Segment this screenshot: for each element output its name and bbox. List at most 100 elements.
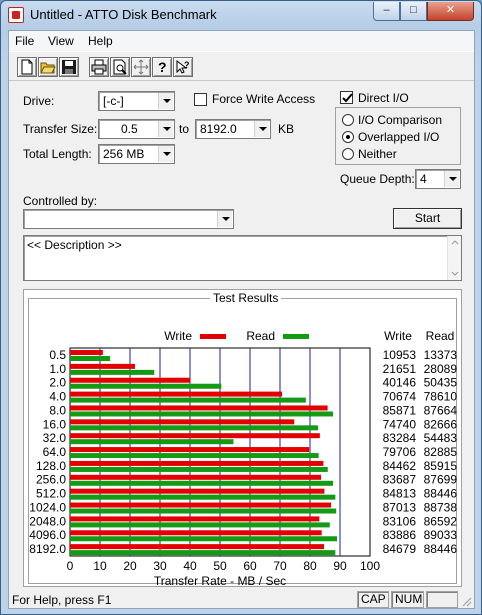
force-write-checkbox[interactable] (194, 93, 207, 106)
svg-text:?: ? (158, 59, 167, 75)
context-help-icon[interactable]: ? (173, 57, 193, 77)
legend-read-label: Read (246, 329, 275, 343)
read-bar (70, 536, 338, 542)
write-bar (70, 474, 322, 480)
write-value: 10953 (383, 348, 417, 362)
queue-depth-select[interactable]: 4 (415, 169, 461, 189)
maximize-button[interactable]: □ (400, 2, 427, 21)
y-tick-label: 8.0 (49, 403, 66, 417)
transfer-size-to-select[interactable]: 8192.0 (195, 119, 271, 139)
menu-help[interactable]: Help (88, 34, 113, 48)
read-bar (70, 397, 306, 403)
to-label: to (179, 122, 190, 136)
write-bar (70, 544, 325, 550)
close-button[interactable]: ✕ (427, 2, 474, 21)
y-tick-label: 2.0 (49, 376, 66, 390)
x-tick-label: 30 (153, 559, 167, 573)
write-bar (70, 350, 103, 355)
description-field[interactable]: << Description >> (23, 235, 462, 281)
status-help-text: For Help, press F1 (12, 593, 112, 607)
y-tick-label: 16.0 (43, 417, 67, 431)
transfer-size-from-select[interactable]: 0.5 (98, 119, 175, 139)
app-icon (8, 7, 24, 23)
total-length-label: Total Length: (23, 147, 92, 161)
direct-io-checkbox[interactable] (340, 91, 353, 104)
menu-view[interactable]: View (48, 34, 74, 48)
write-bar (70, 516, 320, 522)
chevron-down-icon[interactable] (444, 171, 459, 187)
results-panel: Test Results 0 10 20 30 40 50 60 70 80 90 100 Trans… (23, 289, 462, 587)
caps-lock-indicator: CAP (357, 591, 389, 608)
read-value: 13373 (424, 348, 458, 362)
menu-file[interactable]: File (15, 34, 34, 48)
chevron-down-icon[interactable] (158, 93, 173, 109)
new-icon[interactable] (17, 57, 37, 77)
write-value: 85871 (383, 403, 417, 417)
toolbar: ? ? (9, 51, 474, 81)
y-tick-label: 32.0 (43, 431, 67, 445)
total-length-select[interactable]: 256 MB (98, 144, 175, 164)
read-value: 89033 (424, 528, 458, 542)
svg-text:?: ? (184, 60, 190, 70)
io-comparison-radio[interactable] (342, 114, 354, 126)
description-scrollbar[interactable] (447, 236, 461, 280)
write-value: 87013 (383, 500, 417, 514)
y-tick-label: 2048.0 (29, 514, 66, 528)
transfer-from-value: 0.5 (121, 122, 138, 136)
open-icon[interactable] (38, 57, 58, 77)
drive-label: Drive: (23, 94, 55, 108)
drive-select[interactable]: [-c-] (98, 91, 175, 111)
read-value: 88446 (424, 542, 458, 556)
read-value: 88738 (424, 500, 458, 514)
write-value: 83687 (383, 473, 417, 487)
y-tick-label: 1024.0 (29, 500, 66, 514)
description-text: << Description >> (27, 238, 122, 252)
save-icon[interactable] (59, 57, 79, 77)
chevron-down-icon[interactable] (158, 121, 173, 137)
io-comparison-label: I/O Comparison (358, 113, 443, 127)
transfer-size-label: Transfer Size: (23, 122, 98, 136)
controlled-by-select[interactable] (23, 209, 234, 229)
x-tick-label: 50 (213, 559, 227, 573)
move-icon[interactable] (131, 57, 151, 77)
read-value: 78610 (424, 390, 458, 404)
overlapped-io-radio[interactable] (342, 131, 354, 143)
print-preview-icon[interactable] (110, 57, 130, 77)
overlapped-io-label: Overlapped I/O (358, 130, 440, 144)
total-length-value: 256 MB (103, 147, 145, 161)
write-value: 83886 (383, 528, 417, 542)
x-tick-label: 20 (123, 559, 137, 573)
write-bar (70, 405, 328, 411)
client-area: File View Help ? ? Drive: [-c-] Force Wr… (8, 30, 475, 609)
num-lock-indicator: NUM (391, 591, 424, 608)
title-bar: Untitled - ATTO Disk Benchmark – □ ✕ (1, 1, 482, 29)
read-value: 50435 (424, 376, 458, 390)
x-tick-label: 70 (273, 559, 287, 573)
legend-read-swatch (283, 334, 309, 339)
kb-label: KB (278, 122, 295, 136)
chevron-down-icon[interactable] (158, 146, 173, 162)
x-tick-label: 80 (303, 559, 317, 573)
chevron-down-icon[interactable] (217, 211, 232, 227)
y-tick-label: 512.0 (36, 487, 66, 501)
x-tick-label: 90 (333, 559, 347, 573)
y-tick-label: 4096.0 (29, 528, 66, 542)
write-bar (70, 488, 325, 494)
neither-radio[interactable] (342, 148, 354, 160)
resize-grip-icon[interactable] (460, 595, 472, 607)
x-tick-label: 60 (243, 559, 257, 573)
read-bar (70, 369, 155, 375)
read-value: 28089 (424, 362, 458, 376)
write-value: 70674 (383, 390, 417, 404)
drive-value: [-c-] (103, 94, 124, 108)
write-value: 74740 (383, 417, 417, 431)
print-icon[interactable] (89, 57, 109, 77)
queue-depth-label: Queue Depth: (340, 172, 415, 186)
start-button[interactable]: Start (393, 208, 462, 229)
chevron-down-icon[interactable] (254, 121, 269, 137)
x-tick-label: 0 (67, 559, 74, 573)
write-value: 84813 (383, 487, 417, 501)
minimize-button[interactable]: – (373, 2, 400, 21)
help-icon[interactable]: ? (152, 57, 172, 77)
write-value: 84679 (383, 542, 417, 556)
